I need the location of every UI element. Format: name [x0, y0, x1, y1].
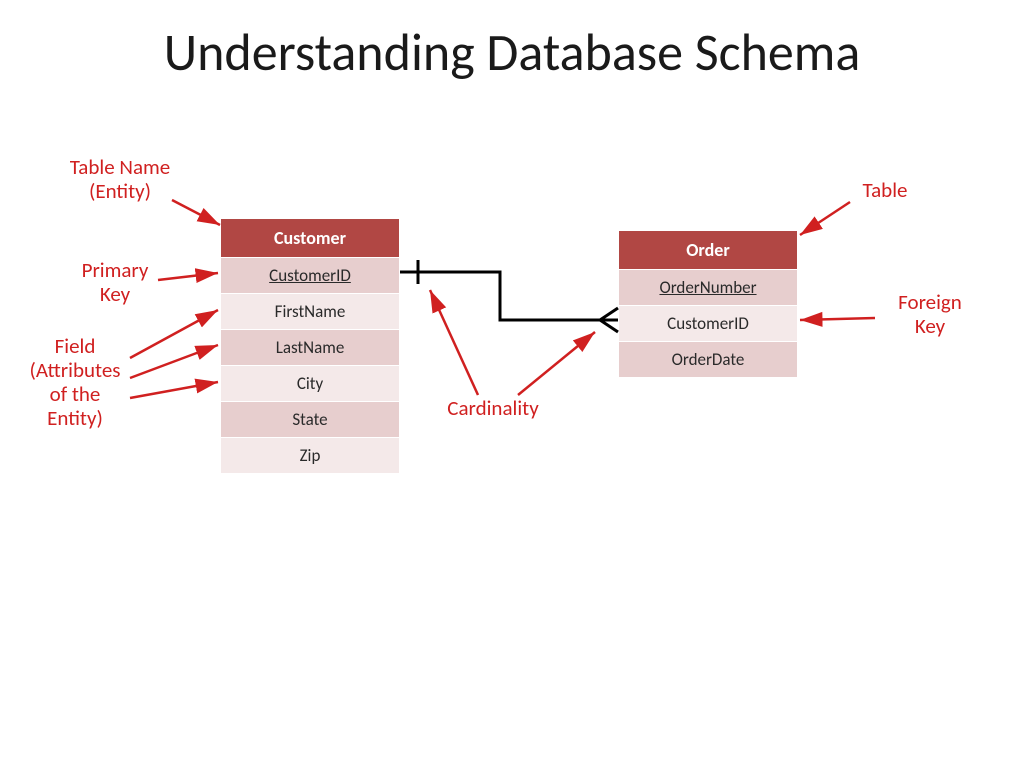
customer-field-state: State: [221, 402, 400, 438]
arrow-foreign-key: [800, 318, 875, 320]
arrow-field-2: [130, 345, 218, 378]
annot-primary-key: Primary Key: [60, 258, 170, 306]
annot-cardinality: Cardinality: [428, 396, 558, 420]
arrow-cardinality-1: [430, 290, 478, 395]
annot-foreign-key: Foreign Key: [875, 290, 985, 338]
customer-table: Customer CustomerID FirstName LastName C…: [220, 218, 400, 474]
customer-field-customerid: CustomerID: [221, 258, 400, 294]
order-field-ordernumber: OrderNumber: [619, 270, 798, 306]
order-table-header: Order: [619, 231, 798, 270]
arrow-table: [800, 202, 850, 235]
customer-field-firstname: FirstName: [221, 294, 400, 330]
arrow-table-name-entity: [172, 200, 220, 225]
customer-field-zip: Zip: [221, 438, 400, 474]
customer-field-city: City: [221, 366, 400, 402]
slide-title: Understanding Database Schema: [0, 20, 1024, 84]
arrow-field-1: [130, 310, 218, 358]
order-field-customerid: CustomerID: [619, 306, 798, 342]
annot-field-attributes: Field (Attributes of the Entity): [15, 334, 135, 431]
annot-table: Table: [845, 178, 925, 202]
relationship-line: [400, 260, 618, 332]
customer-field-lastname: LastName: [221, 330, 400, 366]
arrow-field-3: [130, 382, 218, 398]
order-table: Order OrderNumber CustomerID OrderDate: [618, 230, 798, 378]
annot-table-name-entity: Table Name (Entity): [50, 155, 190, 203]
diagram-overlay: [0, 0, 1024, 768]
order-field-orderdate: OrderDate: [619, 342, 798, 378]
arrow-cardinality-2: [518, 332, 595, 395]
customer-table-header: Customer: [221, 219, 400, 258]
